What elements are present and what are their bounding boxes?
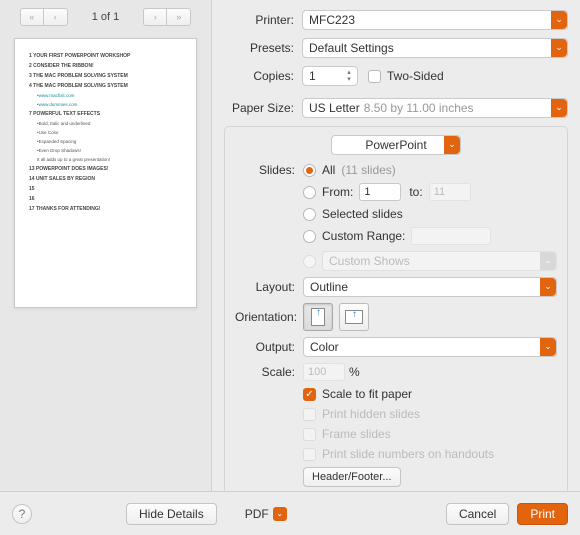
orientation-portrait-button[interactable]: ↑ <box>303 303 333 331</box>
layout-label: Layout: <box>235 280 303 294</box>
app-options-panel: PowerPoint Slides: All (11 slides) From:… <box>224 126 568 491</box>
prev-page-button[interactable]: ‹ <box>44 8 68 26</box>
header-footer-button[interactable]: Header/Footer... <box>303 467 401 487</box>
presets-select[interactable]: Default Settings <box>302 38 568 58</box>
two-sided-checkbox[interactable] <box>368 70 381 83</box>
output-select[interactable]: Color <box>303 337 557 357</box>
orientation-label: Orientation: <box>235 310 303 324</box>
next-page-button[interactable]: › <box>143 8 167 26</box>
cancel-button[interactable]: Cancel <box>446 503 509 525</box>
preview-pane: « ‹ 1 of 1 › » 1 YOUR FIRST POWERPOINT W… <box>0 0 212 491</box>
copies-label: Copies: <box>224 69 302 83</box>
hide-details-button[interactable]: Hide Details <box>126 503 217 525</box>
print-hidden-checkbox <box>303 408 316 421</box>
slides-label: Slides: <box>235 163 303 177</box>
chevron-down-icon: ⌄ <box>273 507 287 521</box>
slides-all-radio[interactable] <box>303 164 316 177</box>
orientation-landscape-button[interactable]: ↑ <box>339 303 369 331</box>
paper-size-label: Paper Size: <box>224 101 302 115</box>
slides-selected-radio[interactable] <box>303 208 316 221</box>
slides-to-input[interactable]: 11 <box>429 183 471 201</box>
pager: « ‹ 1 of 1 › » <box>0 0 211 34</box>
pager-label: 1 of 1 <box>92 11 120 23</box>
printer-label: Printer: <box>224 13 302 27</box>
presets-label: Presets: <box>224 41 302 55</box>
last-page-button[interactable]: » <box>167 8 191 26</box>
printer-select[interactable]: MFC223 <box>302 10 568 30</box>
slides-custom-input[interactable] <box>411 227 491 245</box>
slides-from-radio[interactable] <box>303 186 316 199</box>
pdf-menu-button[interactable]: PDF⌄ <box>245 507 287 521</box>
custom-shows-radio <box>303 255 316 268</box>
output-label: Output: <box>235 340 303 354</box>
print-numbers-checkbox <box>303 448 316 461</box>
two-sided-label: Two-Sided <box>387 69 444 83</box>
paper-size-select[interactable]: US Letter8.50 by 11.00 inches <box>302 98 568 118</box>
page-preview: 1 YOUR FIRST POWERPOINT WORKSHOP2 CONSID… <box>14 38 197 308</box>
app-select[interactable]: PowerPoint <box>331 135 461 155</box>
print-button[interactable]: Print <box>517 503 568 525</box>
first-page-button[interactable]: « <box>20 8 44 26</box>
custom-shows-select: Custom Shows <box>322 251 557 271</box>
scale-label: Scale: <box>235 365 303 379</box>
frame-slides-checkbox <box>303 428 316 441</box>
slides-from-input[interactable]: 1 <box>359 183 401 201</box>
dialog-footer: ? Hide Details PDF⌄ Cancel Print <box>0 491 580 535</box>
settings-pane: Printer: MFC223 Presets: Default Setting… <box>212 0 580 491</box>
help-button[interactable]: ? <box>12 504 32 524</box>
copies-stepper[interactable]: 1▴▾ <box>302 66 358 86</box>
scale-to-fit-checkbox[interactable]: ✓ <box>303 388 316 401</box>
scale-input: 100 <box>303 363 345 381</box>
slides-custom-radio[interactable] <box>303 230 316 243</box>
layout-select[interactable]: Outline <box>303 277 557 297</box>
